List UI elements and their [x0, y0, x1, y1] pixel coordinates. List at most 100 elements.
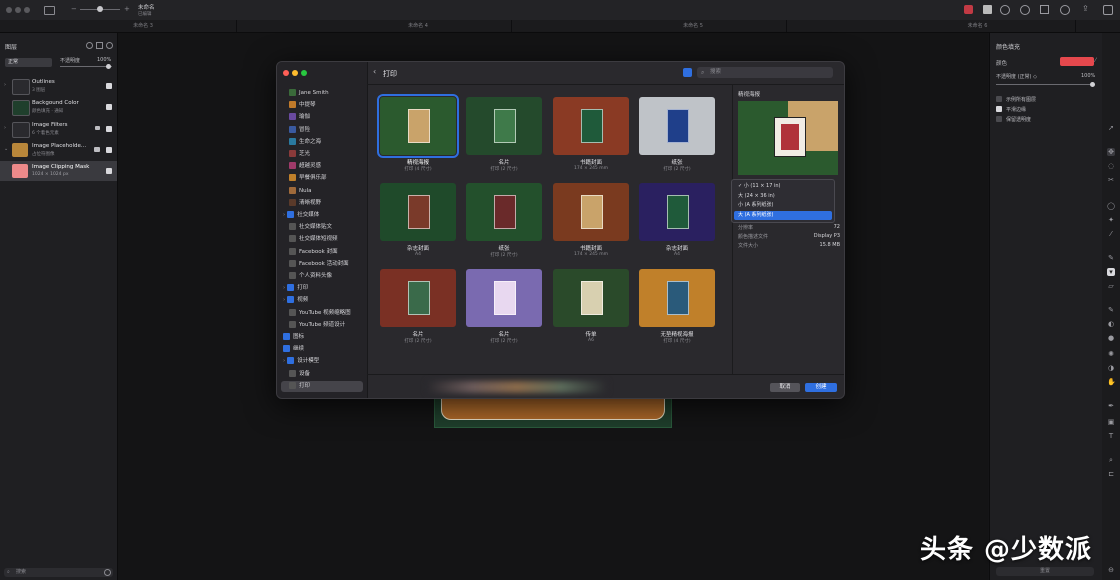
sidebar-item[interactable]: Jane Smith — [281, 88, 363, 99]
template-card[interactable] — [466, 269, 542, 327]
size-option[interactable]: 小 (A 系列纸张) — [734, 201, 832, 210]
opacity-slider-knob[interactable] — [1090, 82, 1095, 87]
size-option[interactable]: ✓ 小 (11 × 17 in) — [734, 182, 832, 191]
sidebar-item[interactable]: 瑜伽 — [281, 112, 363, 123]
sidebar-group[interactable]: › 打印 — [281, 283, 363, 294]
blend-mode-select[interactable]: 正常 — [5, 58, 52, 67]
sidebar-item[interactable]: 打印 — [281, 380, 363, 392]
sidebar-item[interactable]: Nula — [281, 186, 363, 197]
disclosure-chevron-icon[interactable]: › — [4, 82, 6, 88]
clone-tool-icon[interactable]: ✎ — [1107, 306, 1115, 314]
marquee-tool-icon[interactable]: ◌ — [1107, 162, 1115, 170]
template-card[interactable] — [380, 269, 456, 327]
crop-tool-icon[interactable]: ⊏ — [1107, 470, 1115, 478]
create-button[interactable]: 创建 — [805, 383, 837, 392]
shape-tool-icon[interactable]: ▣ — [1107, 418, 1115, 426]
eyedropper-tool-icon[interactable]: ⁄ — [1107, 230, 1115, 238]
template-card[interactable] — [553, 97, 629, 155]
sidebar-item[interactable]: YouTube 视频缩略图 — [281, 308, 363, 319]
color-swatch[interactable] — [1060, 57, 1094, 66]
disclosure-chevron-icon[interactable]: › — [283, 285, 285, 291]
crop-icon[interactable] — [1040, 5, 1049, 14]
template-card[interactable] — [639, 183, 715, 241]
text-tool-icon[interactable]: T — [1107, 432, 1115, 440]
sidebar-item[interactable]: 早餐俱乐部 — [281, 173, 363, 184]
help-icon[interactable]: ⊖ — [1107, 566, 1115, 574]
heal-tool-icon[interactable]: ◐ — [1107, 320, 1115, 328]
tab-document[interactable]: 未命名 6 — [880, 20, 1076, 32]
dialog-minimize-button[interactable] — [292, 70, 298, 76]
template-card[interactable] — [377, 94, 459, 158]
layer-row[interactable]: › Outlines 3 图层 — [0, 76, 117, 96]
dialog-search-field[interactable]: ⌕ 搜索 — [697, 67, 833, 78]
layer-row-selected[interactable]: Image Clipping Mask 1024 × 1024 px — [0, 161, 117, 181]
dodge-tool-icon[interactable]: ✺ — [1107, 350, 1115, 358]
blur-tool-icon[interactable]: ● — [1107, 334, 1115, 342]
sidebar-item[interactable]: Facebook 封面 — [281, 247, 363, 258]
sidebar-toggle-icon[interactable] — [44, 6, 55, 15]
filter-icon[interactable] — [104, 569, 111, 576]
layer-visibility-checkbox[interactable] — [106, 104, 112, 110]
layer-visibility-checkbox[interactable] — [106, 126, 112, 132]
disclosure-chevron-icon[interactable]: ⌄ — [4, 146, 8, 152]
preserve-transparency-checkbox[interactable] — [996, 116, 1002, 122]
opacity-slider[interactable] — [996, 84, 1095, 85]
zoom-slider-knob[interactable] — [97, 6, 103, 12]
add-layer-icon[interactable] — [106, 42, 113, 49]
eraser-tool-icon[interactable]: ▱ — [1107, 282, 1115, 290]
sidebar-item[interactable]: 社交媒体短视频 — [281, 234, 363, 245]
lock-icon[interactable] — [95, 126, 100, 130]
tab-document[interactable]: 未命名 3 — [50, 20, 237, 32]
magic-wand-icon[interactable]: ✦ — [1107, 216, 1115, 224]
layer-row[interactable]: Backgound Color 颜色填充 · 通知 — [0, 97, 117, 117]
fill-tool-icon[interactable]: ▾ — [1107, 268, 1115, 276]
layer-visibility-checkbox[interactable] — [106, 168, 112, 174]
layer-visibility-checkbox[interactable] — [106, 147, 112, 153]
sidebar-item[interactable]: 设备 — [281, 369, 363, 380]
sidebar-item[interactable]: 个人资料头像 — [281, 271, 363, 282]
sidebar-item[interactable]: 继续 — [281, 344, 363, 355]
mask-icon[interactable] — [964, 5, 973, 14]
brush-tool-icon[interactable]: ✎ — [1107, 254, 1115, 262]
sidebar-item[interactable]: 冒险 — [281, 125, 363, 136]
close-window-dot[interactable] — [6, 7, 12, 13]
filter-toggle-icon[interactable] — [683, 68, 692, 77]
layer-row[interactable]: › Image Filters 6 个着色元素 — [0, 119, 117, 139]
dialog-zoom-button[interactable] — [301, 70, 307, 76]
template-card[interactable] — [639, 269, 715, 327]
pen-tool-icon[interactable]: ✒ — [1107, 402, 1115, 410]
zoom-out-icon[interactable]: − — [71, 5, 77, 13]
sidebar-group[interactable]: › 视频 — [281, 295, 363, 306]
layer-search-field[interactable]: ⌕ 搜索 — [4, 568, 113, 577]
reset-button[interactable]: 重置 — [996, 567, 1094, 576]
back-chevron-icon[interactable]: ‹ — [373, 67, 376, 76]
tab-document[interactable]: 未命名 4 — [325, 20, 512, 32]
timer-icon[interactable] — [1060, 5, 1070, 15]
template-card[interactable] — [553, 269, 629, 327]
lasso-tool-icon[interactable]: ✂ — [1107, 176, 1115, 184]
opacity-slider-knob[interactable] — [106, 64, 111, 69]
sidebar-item[interactable]: 芝光 — [281, 149, 363, 160]
info-icon[interactable] — [1020, 5, 1030, 15]
sample-all-layers-checkbox[interactable] — [996, 96, 1002, 102]
sidebar-item[interactable]: 清晰视野 — [281, 198, 363, 209]
size-option[interactable]: 大 (A 系列纸张) — [734, 210, 832, 220]
artboard-poster[interactable] — [434, 396, 672, 428]
disclosure-chevron-icon[interactable]: › — [283, 297, 285, 303]
layer-row[interactable]: ⌄ Image Placeholde... 占位符图像 — [0, 140, 117, 160]
smudge-tool-icon[interactable]: ✋ — [1107, 378, 1116, 386]
sidebar-group[interactable]: › 设计模型 — [281, 356, 363, 367]
layer-visibility-checkbox[interactable] — [106, 83, 112, 89]
disclosure-chevron-icon[interactable]: › — [4, 125, 6, 131]
sidebar-item[interactable]: 超越灵感 — [281, 161, 363, 172]
burn-tool-icon[interactable]: ◑ — [1107, 364, 1115, 372]
sidebar-group[interactable]: › 社交媒体 — [281, 210, 363, 221]
template-card[interactable] — [466, 183, 542, 241]
arrange-icon[interactable] — [983, 5, 992, 14]
zoom-in-icon[interactable]: + — [124, 5, 130, 13]
sidebar-item[interactable]: 中提琴 — [281, 100, 363, 111]
cancel-button[interactable]: 取消 — [770, 383, 800, 392]
sidebar-item[interactable]: Facebook 活动封面 — [281, 259, 363, 270]
sidebar-item[interactable]: 生命之海 — [281, 137, 363, 148]
select-tool-icon[interactable]: ✥ — [1107, 148, 1115, 156]
